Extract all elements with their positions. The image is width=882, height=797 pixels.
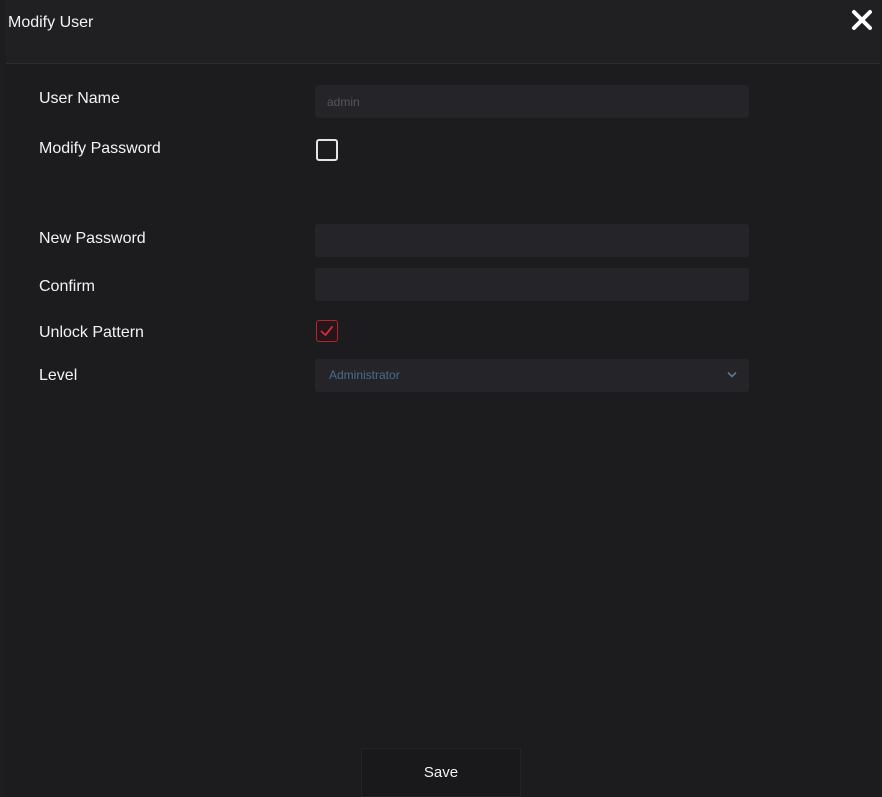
unlock-pattern-checkbox[interactable] — [316, 320, 338, 342]
checkmark-icon — [320, 326, 333, 336]
chevron-down-icon — [727, 372, 737, 378]
modify-user-dialog: Modify User User Name Modify Password Ne… — [6, 0, 880, 797]
level-label: Level — [39, 367, 78, 384]
level-selected-value: Administrator — [329, 368, 400, 382]
save-button[interactable]: Save — [361, 748, 521, 797]
new-password-label: New Password — [39, 230, 146, 247]
dialog-title: Modify User — [8, 14, 94, 31]
modify-password-checkbox[interactable] — [316, 139, 338, 161]
modify-password-label: Modify Password — [39, 140, 161, 157]
user-name-label: User Name — [39, 90, 120, 107]
confirm-password-field[interactable] — [315, 268, 749, 301]
unlock-pattern-label: Unlock Pattern — [39, 324, 144, 341]
close-icon[interactable] — [848, 6, 876, 34]
user-name-field[interactable] — [315, 85, 749, 118]
dialog-titlebar: Modify User — [6, 0, 880, 64]
level-select[interactable]: Administrator — [315, 359, 749, 392]
new-password-field[interactable] — [315, 224, 749, 257]
confirm-label: Confirm — [39, 278, 96, 295]
